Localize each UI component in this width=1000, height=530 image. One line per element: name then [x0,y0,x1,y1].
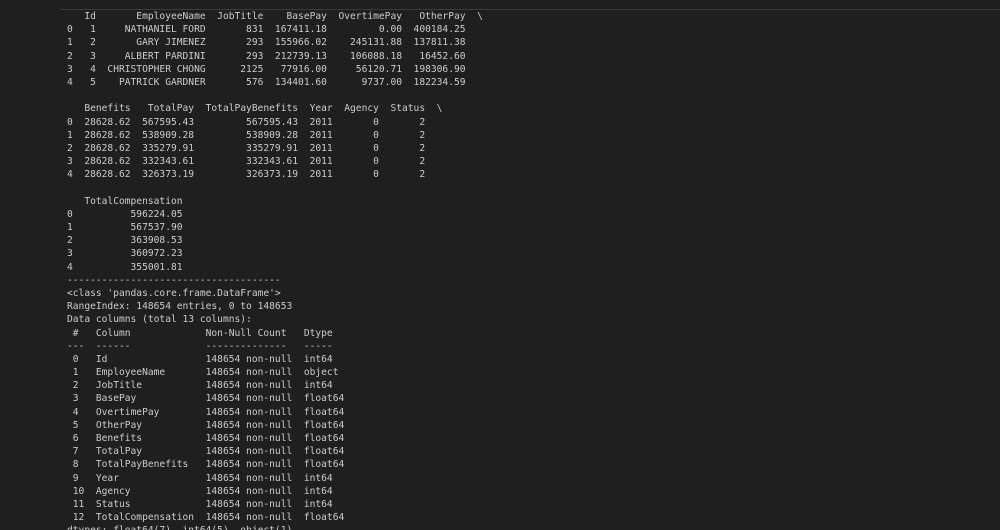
output-line: 5 OtherPay 148654 non-null float64 [67,419,345,431]
output-line: 2 363908.53 [67,235,183,247]
output-line: dtypes: float64(7), int64(5), object(1) [67,524,483,530]
output-line: 11 Status 148654 non-null int64 [67,498,333,510]
output-line: 0 596224.05 [67,208,183,220]
output-line: Benefits TotalPay TotalPayBenefits Year … [67,103,443,115]
output-line: 10 Agency 148654 non-null int64 [67,485,333,497]
output-line: 12 TotalCompensation 148654 non-null flo… [67,512,345,524]
output-line: 2 28628.62 335279.91 335279.91 2011 0 2 [67,142,426,154]
output-line: RangeIndex: 148654 entries, 0 to 148653 [67,301,293,313]
output-line: 1 EmployeeName 148654 non-null object [67,367,339,379]
output-line: Data columns (total 13 columns): [67,314,252,326]
output-line: 3 BasePay 148654 non-null float64 [67,393,345,405]
output-line: 6 Benefits 148654 non-null float64 [67,433,345,444]
output-line: 4 28628.62 326373.19 326373.19 2011 0 2 [67,169,426,181]
output-line: 1 28628.62 538909.28 538909.28 2011 0 2 [67,129,426,141]
output-line: 8 TotalPayBenefits 148654 non-null float… [67,459,345,471]
output-line: --- ------ -------------- ----- [67,340,333,352]
output-line: ------------------------------------- [67,274,281,286]
output-line: <class 'pandas.core.frame.DataFrame'> [67,287,281,299]
output-line: 1 567537.90 [67,222,183,233]
output-line: TotalCompensation [67,195,183,207]
output-line: 2 JobTitle 148654 non-null int64 [67,380,333,392]
cell-output-text: Id EmployeeName JobTitle BasePay Overtim… [67,10,483,530]
output-line: 3 4 CHRISTOPHER CHONG 2125 77916.00 5612… [67,63,466,75]
output-line: 7 TotalPay 148654 non-null float64 [67,446,345,458]
output-line: 4 5 PATRICK GARDNER 576 134401.60 9737.0… [67,76,466,88]
output-line: 0 1 NATHANIEL FORD 831 167411.18 0.00 40… [67,24,466,36]
output-line: 9 Year 148654 non-null int64 [67,472,333,484]
output-line: 3 28628.62 332343.61 332343.61 2011 0 2 [67,156,426,168]
output-line: 3 360972.23 [67,248,183,260]
output-line: 0 28628.62 567595.43 567595.43 2011 0 2 [67,116,426,128]
notebook-output-panel: Id EmployeeName JobTitle BasePay Overtim… [0,0,1000,530]
output-line: 4 OvertimePay 148654 non-null float64 [67,406,345,418]
output-line: # Column Non-Null Count Dtype [67,327,333,339]
output-line: Id EmployeeName JobTitle BasePay Overtim… [67,11,483,22]
output-line: 4 355001.81 [67,261,183,273]
output-line: 2 3 ALBERT PARDINI 293 212739.13 106088.… [67,50,466,62]
output-line: 0 Id 148654 non-null int64 [67,353,333,365]
output-line: 1 2 GARY JIMENEZ 293 155966.02 245131.88… [67,37,466,49]
